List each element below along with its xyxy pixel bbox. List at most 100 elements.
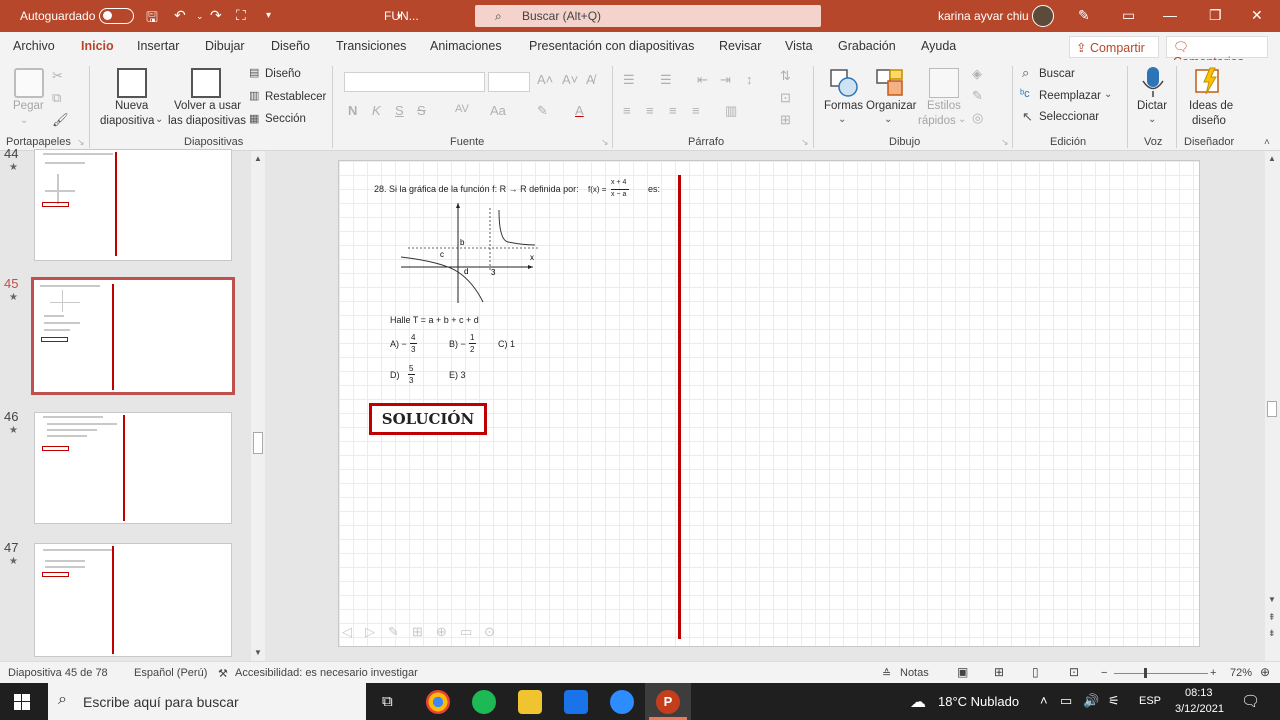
zoom-slider-handle[interactable] xyxy=(1144,668,1147,678)
editor-scrollbar[interactable]: ▲ ▼ ⇞ ⇟ xyxy=(1265,151,1280,661)
minimize-icon[interactable]: — xyxy=(1163,7,1177,23)
tab-vista[interactable]: Vista xyxy=(785,39,813,53)
slide-thumbnail-45-selected[interactable] xyxy=(31,277,235,395)
columns-icon[interactable]: ▥ xyxy=(725,103,737,119)
tab-archivo[interactable]: Archivo xyxy=(13,39,55,53)
slides-grid-icon[interactable]: ⊞ xyxy=(412,624,423,640)
clipboard-launcher-icon[interactable]: ↘ xyxy=(77,137,85,148)
more-icon[interactable]: ⊙ xyxy=(484,624,495,640)
paragraph-launcher-icon[interactable]: ↘ xyxy=(801,137,809,148)
mail-icon[interactable] xyxy=(564,690,588,714)
weather-text[interactable]: 18°C Nublado xyxy=(938,694,1019,709)
arrange-dropdown-icon[interactable]: ⌄ xyxy=(884,114,892,125)
user-name[interactable]: karina ayvar chiu xyxy=(938,9,1029,23)
windows-start-icon[interactable] xyxy=(14,694,30,710)
shapes-icon[interactable] xyxy=(829,68,859,98)
notes-button[interactable]: Notas xyxy=(900,667,929,679)
quick-styles-dropdown-icon[interactable]: ⌄ xyxy=(958,114,966,125)
slide-thumbnail-47[interactable] xyxy=(34,543,232,657)
bullets-icon[interactable]: ☰ xyxy=(623,72,635,88)
reuse-label-1[interactable]: Volver a usar xyxy=(174,99,241,114)
drawing-launcher-icon[interactable]: ↘ xyxy=(1001,137,1009,148)
tab-dibujar[interactable]: Dibujar xyxy=(205,39,245,53)
taskbar-search[interactable]: ⌕ Escribe aquí para buscar xyxy=(48,683,366,720)
shape-fill-icon[interactable]: ◈ xyxy=(972,66,982,82)
next-icon[interactable]: ▷ xyxy=(365,624,375,640)
highlight-icon[interactable]: ✎ xyxy=(537,103,548,119)
new-slide-dropdown-icon[interactable]: ⌄ xyxy=(155,114,163,125)
design-ideas-label-1[interactable]: Ideas de xyxy=(1189,99,1233,114)
quick-styles-label-1[interactable]: Estilos xyxy=(927,99,961,114)
language-status[interactable]: Español (Perú) xyxy=(134,667,207,679)
notification-icon[interactable]: 🗨 xyxy=(1241,692,1260,710)
problem-text[interactable]: 28. Si la gráfica de la función f: R → R… xyxy=(374,184,579,194)
zoom-icon[interactable]: ⊕ xyxy=(436,624,447,640)
save-icon[interactable]: 🖫 xyxy=(146,7,158,31)
design-ideas-label-2[interactable]: diseño xyxy=(1192,114,1226,129)
scroll-up-icon[interactable]: ▲ xyxy=(254,154,262,163)
undo-dropdown-icon[interactable]: ⌄ xyxy=(196,11,204,22)
undo-icon[interactable]: ↶ xyxy=(174,7,186,24)
comments-button[interactable]: 🗨 Comentarios xyxy=(1166,36,1268,69)
dictate-dropdown-icon[interactable]: ⌄ xyxy=(1148,114,1156,125)
tab-presentacion[interactable]: Presentación con diapositivas xyxy=(529,39,694,53)
network-icon[interactable]: ⚟ xyxy=(1108,693,1120,709)
zoom-slider[interactable] xyxy=(1114,673,1208,674)
decrease-indent-icon[interactable]: ⇤ xyxy=(697,72,708,88)
underline-button[interactable]: S xyxy=(395,103,404,118)
spotify-icon[interactable] xyxy=(472,690,496,714)
editor-scroll-thumb[interactable] xyxy=(1267,401,1277,417)
clock-date[interactable]: 3/12/2021 xyxy=(1175,703,1224,715)
zoom-out-icon[interactable]: − xyxy=(1101,667,1107,679)
tab-diseno[interactable]: Diseño xyxy=(271,39,310,53)
clear-format-icon[interactable]: A̸ xyxy=(586,72,595,87)
autosave-toggle[interactable] xyxy=(99,8,134,24)
strikethrough-button[interactable]: S xyxy=(417,103,426,118)
zoom-app-icon[interactable] xyxy=(610,690,634,714)
reuse-label-2[interactable]: las diapositivas xyxy=(168,114,246,129)
shape-outline-icon[interactable]: ✎ xyxy=(972,88,983,104)
scroll-down-icon[interactable]: ▼ xyxy=(1268,595,1276,604)
share-button[interactable]: ⇪ Compartir xyxy=(1069,36,1159,58)
tab-transiciones[interactable]: Transiciones xyxy=(336,39,406,53)
decrease-font-icon[interactable]: A˅ xyxy=(562,72,578,87)
layout-button[interactable]: Diseño xyxy=(265,67,301,82)
ribbon-display-icon[interactable]: ▭ xyxy=(1122,7,1135,24)
text-direction-icon[interactable]: ⇅ xyxy=(780,68,791,84)
scroll-down-icon[interactable]: ▼ xyxy=(254,648,262,657)
new-slide-icon[interactable] xyxy=(117,68,147,98)
design-ideas-icon[interactable] xyxy=(1194,66,1224,96)
pen-tool-icon[interactable]: ✎ xyxy=(388,624,399,640)
solution-box[interactable]: SOLUCIÓN xyxy=(369,403,487,435)
tab-inicio[interactable]: Inicio xyxy=(81,39,114,53)
reset-button[interactable]: Restablecer xyxy=(265,90,326,105)
thumbnails-scrollbar[interactable]: ▲ ▼ xyxy=(251,151,265,661)
file-explorer-icon[interactable] xyxy=(518,690,542,714)
align-text-icon[interactable]: ⊡ xyxy=(780,90,791,106)
normal-view-icon[interactable]: ▣ xyxy=(957,665,968,679)
chrome-icon[interactable] xyxy=(426,690,450,714)
battery-icon[interactable]: ▭ xyxy=(1060,693,1072,709)
font-color-icon[interactable]: A xyxy=(575,103,584,118)
cut-icon[interactable]: ✂ xyxy=(52,68,63,84)
slideshow-view-icon[interactable]: ⊡ xyxy=(1069,665,1079,679)
align-right-icon[interactable]: ≡ xyxy=(669,103,677,118)
function-graph[interactable]: b c d 3 x xyxy=(398,200,543,305)
quick-styles-label-2[interactable]: rápidos xyxy=(918,114,956,129)
filename-dropdown-icon[interactable]: ▾ xyxy=(397,11,402,22)
red-divider-line[interactable] xyxy=(678,175,681,639)
present-icon[interactable]: ⛶ xyxy=(236,7,246,24)
line-spacing-icon[interactable]: ↕ xyxy=(746,72,753,87)
avatar[interactable] xyxy=(1032,5,1054,27)
new-slide-label-2[interactable]: diapositiva xyxy=(100,114,154,129)
redo-icon[interactable]: ↷ xyxy=(210,7,222,24)
accessibility-status[interactable]: Accesibilidad: es necesario investigar xyxy=(235,667,418,679)
reading-view-icon[interactable]: ▯ xyxy=(1032,665,1039,679)
bold-button[interactable]: N xyxy=(348,103,357,118)
next-slide-icon[interactable]: ⇟ xyxy=(1268,628,1276,639)
subtitles-icon[interactable]: ▭ xyxy=(460,624,472,640)
slide-sorter-icon[interactable]: ⊞ xyxy=(994,665,1004,679)
pen-icon[interactable]: ✎ xyxy=(1078,7,1090,24)
tab-ayuda[interactable]: Ayuda xyxy=(921,39,956,53)
scroll-up-icon[interactable]: ▲ xyxy=(1268,154,1276,163)
